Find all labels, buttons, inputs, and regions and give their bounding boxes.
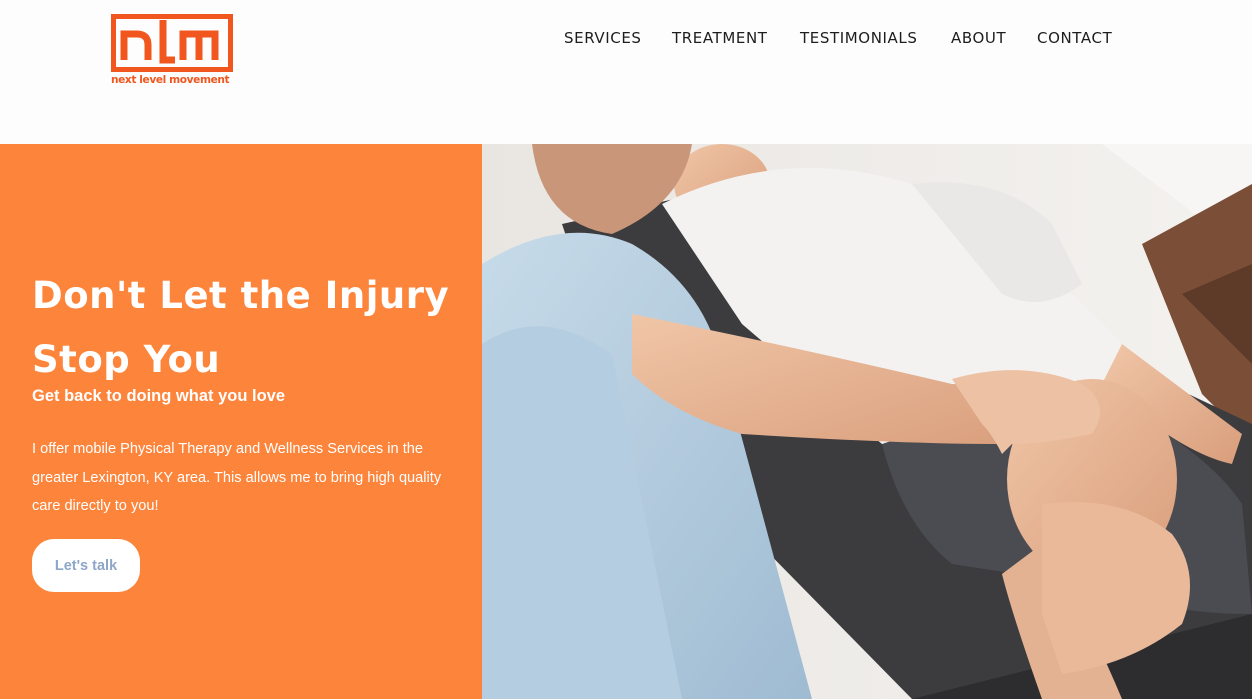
hero-image <box>482 144 1252 699</box>
site-header: next level movement SERVICES TREATMENT T… <box>0 0 1252 144</box>
hero-description: I offer mobile Physical Therapy and Well… <box>32 441 442 514</box>
nav-testimonials[interactable]: TESTIMONIALS <box>800 29 917 47</box>
hero-title: Don't Let the Injury Stop You <box>32 274 450 381</box>
brand-logo[interactable]: next level movement <box>111 14 233 90</box>
logo-tagline: next level movement <box>111 74 230 86</box>
nav-treatment[interactable]: TREATMENT <box>672 29 768 47</box>
hero-text-panel: Don't Let the Injury Stop You Get back t… <box>0 144 482 699</box>
hero-subtitle: Get back to doing what you love <box>32 387 286 405</box>
nav-about[interactable]: ABOUT <box>951 29 1006 47</box>
page: next level movement SERVICES TREATMENT T… <box>0 0 1252 699</box>
lets-talk-button[interactable]: Let's talk <box>32 539 140 592</box>
nav-services[interactable]: SERVICES <box>564 29 642 47</box>
nlm-logo-icon <box>111 14 233 72</box>
therapy-photo-illustration <box>482 144 1252 699</box>
nav-contact[interactable]: CONTACT <box>1037 29 1112 47</box>
